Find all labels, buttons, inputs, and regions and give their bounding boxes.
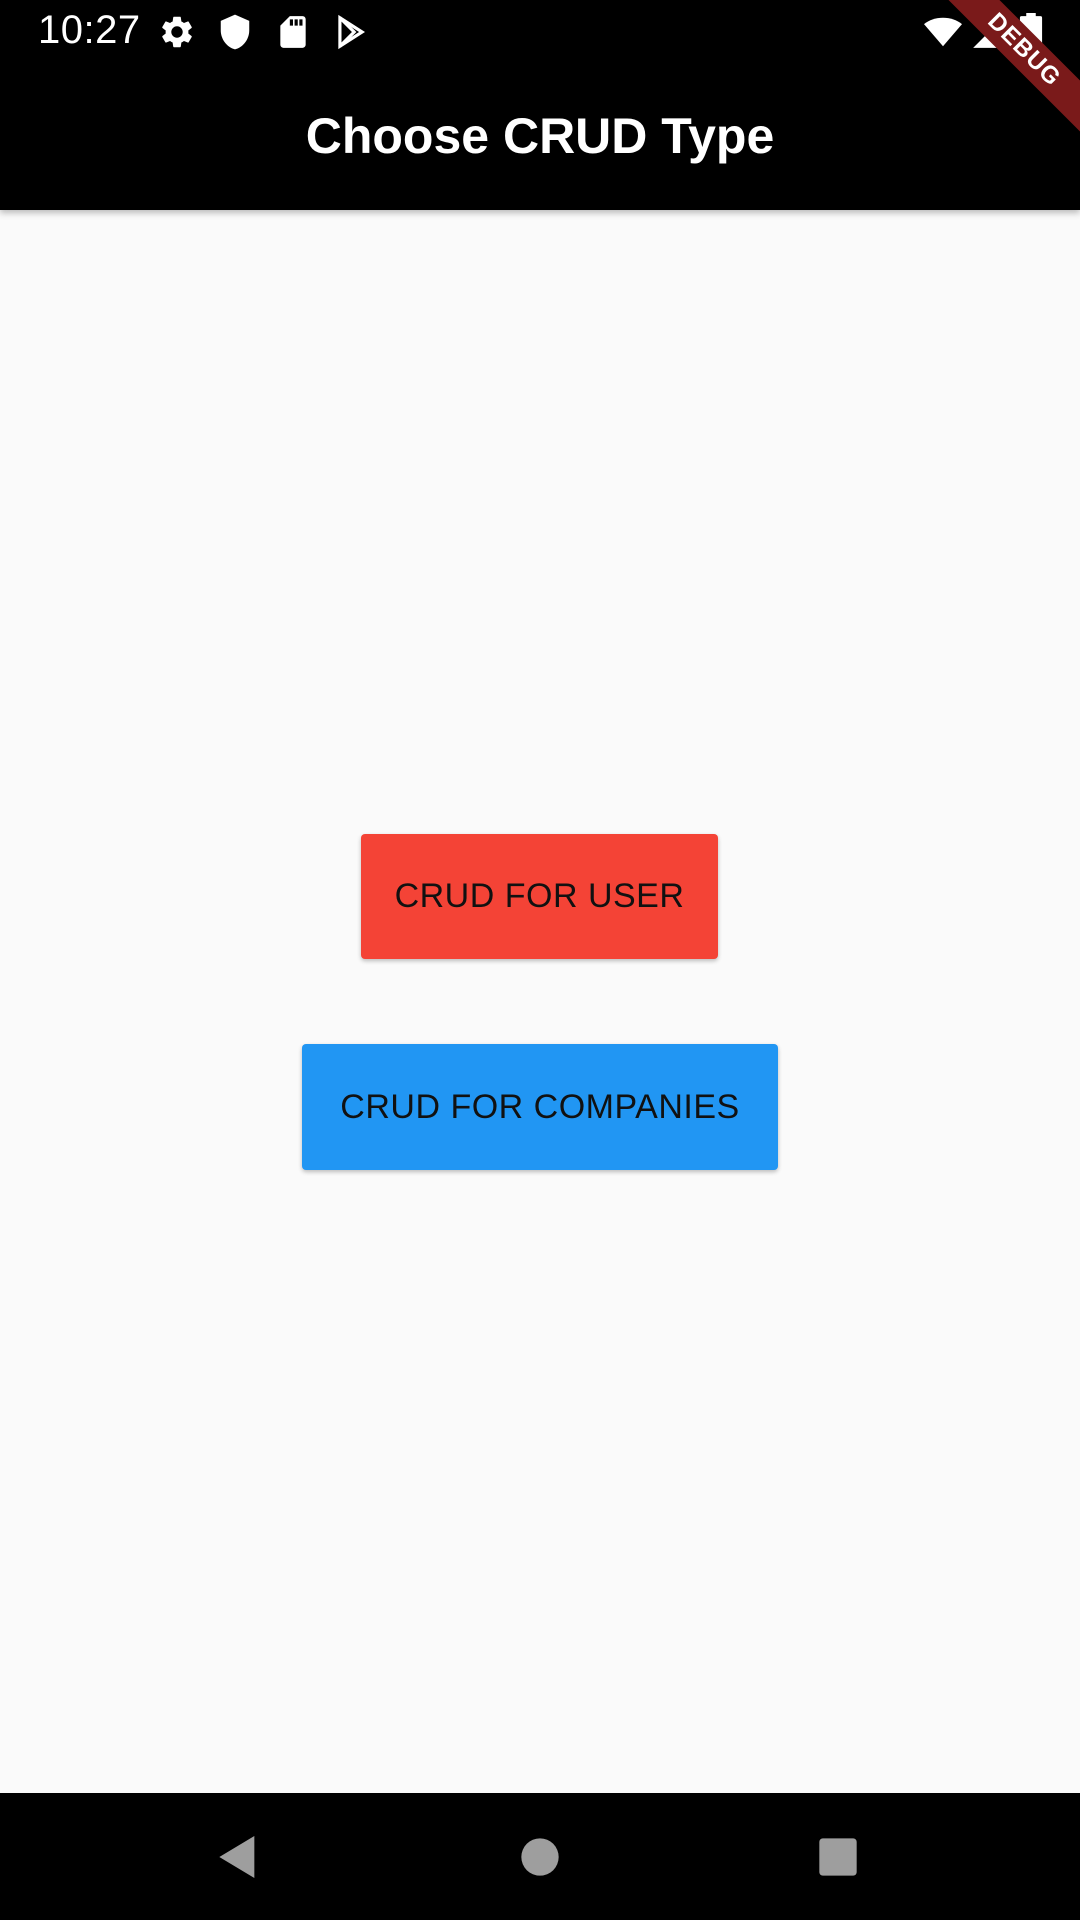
page-title: Choose CRUD Type <box>305 108 775 164</box>
battery-icon <box>1016 13 1046 51</box>
wifi-icon <box>922 13 964 51</box>
navigation-bar <box>0 1793 1080 1920</box>
sd-card-icon <box>274 13 312 51</box>
settings-icon <box>158 13 196 51</box>
crud-user-button[interactable]: CRUD FOR USER <box>361 834 718 959</box>
back-icon[interactable] <box>210 1829 266 1885</box>
shield-icon <box>216 13 254 51</box>
cell-signal-icon <box>970 13 1008 51</box>
status-time: 10:27 <box>38 8 141 52</box>
home-icon[interactable] <box>512 1829 568 1885</box>
status-bar: 10:27 <box>0 0 1080 63</box>
app-bar: Choose CRUD Type <box>0 63 1080 210</box>
recents-icon[interactable] <box>810 1829 866 1885</box>
screen: 10:27 Choose CRUD Type DEBUG CRUD FOR US… <box>0 0 1080 1920</box>
play-store-icon <box>332 13 370 51</box>
crud-companies-button[interactable]: CRUD FOR COMPANIES <box>302 1044 778 1170</box>
